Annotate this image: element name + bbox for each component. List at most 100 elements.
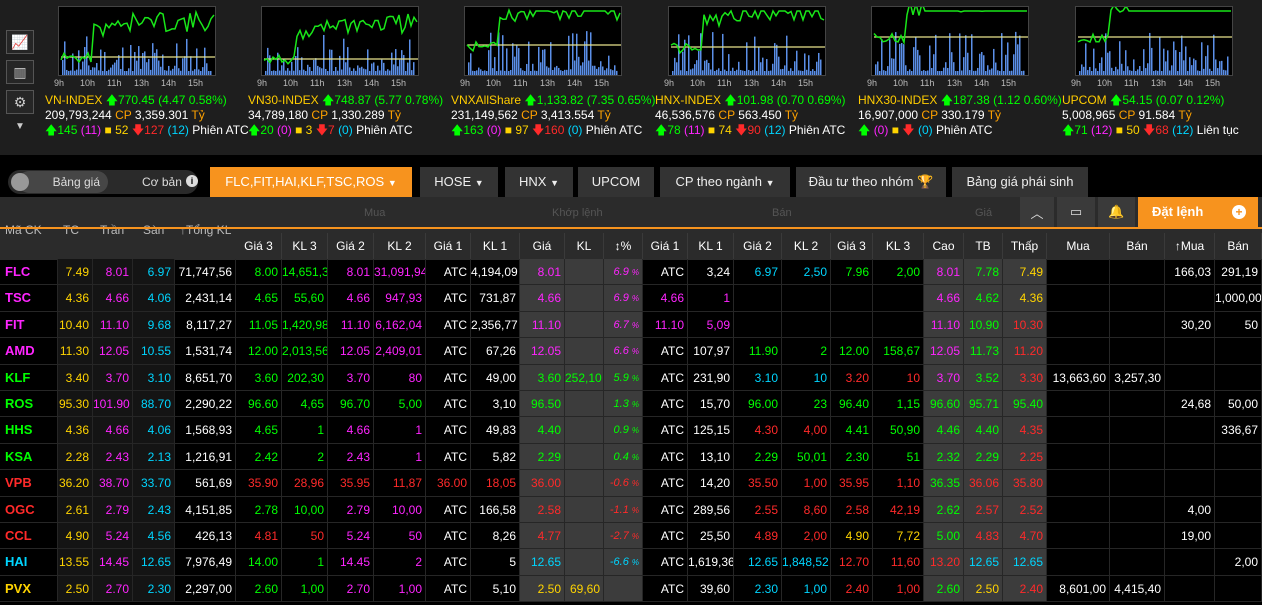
col-symbol[interactable]: Mã CK bbox=[5, 223, 42, 237]
table-cell: OGC bbox=[0, 496, 58, 523]
table-cell: 9.68 bbox=[133, 311, 175, 339]
col-header[interactable]: TB bbox=[964, 233, 1003, 259]
info-icon[interactable]: i bbox=[186, 175, 198, 187]
volume-bar bbox=[271, 70, 273, 75]
col-ref[interactable]: TC bbox=[63, 223, 79, 237]
index-sparkline bbox=[871, 6, 1029, 76]
volume-bar bbox=[804, 53, 806, 75]
col-header[interactable]: KL 3 bbox=[873, 233, 924, 259]
volume-bar bbox=[1137, 69, 1139, 75]
volume-bar bbox=[760, 62, 762, 75]
index-value: 770.45 (4.47 0.58%) bbox=[118, 93, 227, 107]
table-row[interactable]: HHS 4.36 4.66 4.06 1,568,93 4.65 1 4.66 1 ATC 49,8… bbox=[0, 417, 1262, 444]
volume-bar bbox=[1003, 70, 1005, 75]
col-header[interactable]: KL 1 bbox=[471, 233, 520, 259]
bell-icon[interactable]: 🔔 bbox=[1098, 197, 1135, 227]
tab-2[interactable]: HNX ▼ bbox=[505, 167, 573, 197]
col-header[interactable]: Giá bbox=[520, 233, 565, 259]
chevron-down-icon[interactable]: ▼ bbox=[6, 120, 34, 132]
table-row[interactable]: AMD 11.30 12.05 10.55 1,531,74 12.00 2,013,56 1… bbox=[0, 338, 1262, 365]
col-header[interactable]: KL 2 bbox=[374, 233, 426, 259]
table-row[interactable]: VPB 36.20 38.70 33.70 561,69 35.90 28,96 35.95 1… bbox=[0, 470, 1262, 497]
table-row[interactable]: KSA 2.28 2.43 2.13 1,216,91 2.42 2 2.43 1 ATC 5,82… bbox=[0, 443, 1262, 471]
bar-chart-icon[interactable]: ▥ bbox=[6, 60, 34, 84]
col-header[interactable]: KL 1 bbox=[688, 233, 734, 259]
table-row[interactable]: CCL 4.90 5.24 4.56 426,13 4.81 50 5.24 50 ATC 8,26… bbox=[0, 523, 1262, 550]
table-cell: 50,90 bbox=[873, 417, 924, 444]
tab-5[interactable]: Đầu tư theo nhóm 🏆 bbox=[796, 167, 946, 197]
table-cell: 11.10 bbox=[924, 311, 964, 339]
col-header[interactable]: Mua bbox=[1047, 233, 1110, 259]
volume-bar bbox=[1187, 70, 1189, 75]
index-name: VNXAllShare bbox=[451, 93, 522, 107]
toggle-knob[interactable] bbox=[11, 173, 29, 191]
col-header[interactable]: Giá 2 bbox=[734, 233, 782, 259]
toggle-fundamental[interactable]: Cơ bản bbox=[142, 175, 182, 189]
dec-icon: 🡇 bbox=[1143, 123, 1156, 137]
col-header[interactable]: Giá 3 bbox=[236, 233, 282, 259]
view-toggle[interactable]: Bảng giá Cơ bản i bbox=[8, 170, 198, 194]
col-header[interactable]: Cao bbox=[924, 233, 964, 259]
tab-1[interactable]: HOSE ▼ bbox=[420, 167, 498, 197]
col-header[interactable]: KL 2 bbox=[782, 233, 831, 259]
table-cell: 2.43 bbox=[328, 443, 374, 471]
volume-bar bbox=[985, 70, 987, 75]
col-header[interactable]: Bán bbox=[1215, 233, 1262, 259]
place-order-button[interactable]: Đặt lệnh + bbox=[1138, 197, 1258, 227]
session: Phiên ATC bbox=[936, 123, 993, 137]
col-header[interactable]: ↕% bbox=[604, 233, 643, 259]
volume-bar bbox=[676, 62, 678, 75]
col-ceil[interactable]: Trần bbox=[100, 223, 124, 237]
tab-6[interactable]: Bảng giá phái sinh bbox=[952, 167, 1088, 197]
table-row[interactable]: KLF 3.40 3.70 3.10 8,651,70 3.60 202,30 3.70 80 A… bbox=[0, 364, 1262, 391]
toggle-price-board[interactable]: Bảng giá bbox=[18, 171, 108, 193]
table-cell bbox=[831, 311, 873, 339]
table-row[interactable]: FLC7.498.016.9771,747,568.0014,651,398.0… bbox=[0, 259, 1262, 286]
col-header[interactable]: Bán bbox=[1110, 233, 1165, 259]
table-cell: ATC bbox=[643, 417, 688, 444]
col-header[interactable]: Giá 2 bbox=[328, 233, 374, 259]
table-cell: 10,00 bbox=[374, 496, 426, 523]
col-header[interactable]: Giá 3 bbox=[831, 233, 873, 259]
col-header[interactable]: KL bbox=[565, 233, 604, 259]
volume-bar bbox=[730, 70, 732, 75]
table-row[interactable]: HAI 13.55 14.45 12.65 7,976,49 14.00 1 14.45 2 AT… bbox=[0, 549, 1262, 576]
col-header[interactable]: KL 3 bbox=[282, 233, 328, 259]
col-header[interactable]: ↑Mua bbox=[1165, 233, 1215, 259]
tab-3[interactable]: UPCOM bbox=[578, 167, 654, 197]
monitor-icon[interactable]: ▭ bbox=[1057, 197, 1095, 227]
volume-bar bbox=[568, 35, 570, 75]
table-row[interactable]: OGC 2.61 2.79 2.43 4,151,85 2.78 10,00 2.79 10,0… bbox=[0, 496, 1262, 523]
index-card-0[interactable]: 9h 10h 11h 13h 14h 15h VN-INDEX 🡅770.45 (4.47 … bbox=[45, 6, 249, 138]
volume-bar bbox=[915, 36, 917, 75]
table-cell: 11.10 bbox=[93, 311, 133, 339]
table-row[interactable]: TSC 4.36 4.66 4.06 2,431,14 4.65 55,60 4.66 947,… bbox=[0, 285, 1262, 312]
table-cell: 8,601,00 bbox=[1047, 575, 1110, 603]
index-card-5[interactable]: 9h 10h 11h 13h 14h 15h UPCOM 🡅54.15 (0.07 0.12… bbox=[1062, 6, 1262, 138]
index-card-2[interactable]: 9h 10h 11h 13h 14h 15h VNXAllShare 🡅1,133.82 (… bbox=[451, 6, 655, 138]
index-card-1[interactable]: 9h 10h 11h 13h 14h 15h VN30-INDEX 🡅748.87 (5.7… bbox=[248, 6, 448, 138]
tab-label: Bảng giá phái sinh bbox=[966, 174, 1074, 189]
volume-bar bbox=[598, 67, 600, 75]
cp-value: 330.179 bbox=[941, 108, 985, 122]
col-header[interactable]: Thấp bbox=[1003, 233, 1047, 259]
tab-0[interactable]: FLC,FIT,HAI,KLF,TSC,ROS ▼ bbox=[210, 167, 412, 197]
table-cell bbox=[873, 311, 924, 339]
table-cell: ATC bbox=[643, 496, 688, 523]
table-row[interactable]: FIT 10.40 11.10 9.68 8,117,27 11.05 1,420,98 11… bbox=[0, 311, 1262, 339]
dec-count: 68 bbox=[1155, 123, 1169, 137]
table-row[interactable]: PVX 2.50 2.70 2.30 2,297,00 2.60 1,00 2.70 1,00 A… bbox=[0, 575, 1262, 603]
index-card-3[interactable]: 9h 10h 11h 13h 14h 15h HNX-INDEX 🡅101.98 (0.70… bbox=[655, 6, 855, 138]
collapse-button[interactable]: ︿ bbox=[1020, 197, 1054, 227]
volume-bar bbox=[154, 52, 156, 75]
col-header[interactable]: Giá 1 bbox=[643, 233, 688, 259]
table-row[interactable]: ROS 95.30 101.90 88.70 2,290,22 96.60 4,65 96.7… bbox=[0, 391, 1262, 418]
settings-icon[interactable]: ⚙ bbox=[6, 90, 34, 114]
tab-4[interactable]: CP theo ngành ▼ bbox=[660, 167, 790, 197]
line-chart-icon[interactable]: 📈 bbox=[6, 30, 34, 54]
index-card-4[interactable]: 9h 10h 11h 13h 14h 15h HNX30-INDEX 🡅187.38 (1.… bbox=[858, 6, 1062, 138]
time-tick: 11h bbox=[107, 78, 122, 88]
col-header[interactable]: Giá 1 bbox=[426, 233, 471, 259]
col-total-vol[interactable]: ↑Tổng KL bbox=[180, 223, 231, 237]
col-floor[interactable]: Sàn bbox=[143, 223, 164, 237]
